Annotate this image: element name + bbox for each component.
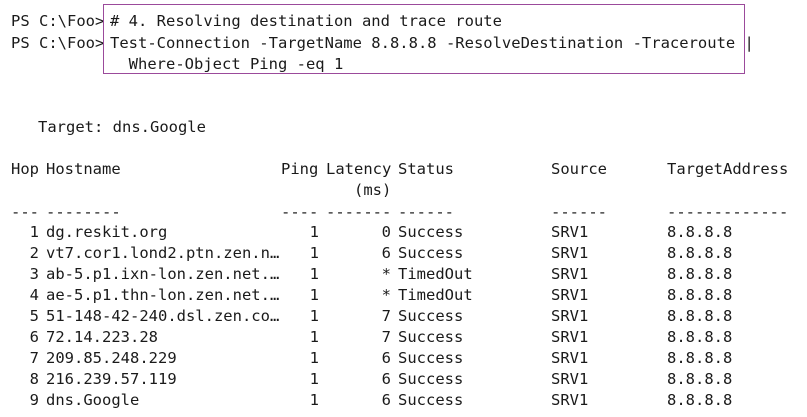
- cell-hostname: 72.14.223.28: [46, 328, 158, 346]
- target-heading: Target: dns.Google: [38, 118, 206, 136]
- cell-hop: 7: [29, 349, 39, 367]
- header-hostname: Hostname: [46, 160, 121, 178]
- cell-status: Success: [398, 328, 464, 346]
- cell-latency: *: [381, 265, 391, 283]
- cell-latency: 0: [381, 223, 391, 241]
- prompt-label: PS C:\Foo>: [11, 34, 105, 52]
- cell-status: TimedOut: [398, 265, 473, 283]
- cell-source: SRV1: [551, 370, 589, 388]
- cell-source: SRV1: [551, 307, 589, 325]
- cell-target-address: 8.8.8.8: [667, 391, 733, 409]
- cell-latency: 6: [381, 391, 391, 409]
- cell-latency: 6: [381, 244, 391, 262]
- separator-ping: ----: [281, 203, 319, 221]
- cell-source: SRV1: [551, 223, 589, 241]
- header-status: Status: [398, 160, 454, 178]
- cell-latency: 6: [381, 370, 391, 388]
- cell-hop: 1: [29, 223, 39, 241]
- cell-status: Success: [398, 349, 464, 367]
- cell-latency: 7: [381, 328, 391, 346]
- cell-hostname: 209.85.248.229: [46, 349, 177, 367]
- cell-latency: *: [381, 286, 391, 304]
- cell-hostname: dg.reskit.org: [46, 223, 168, 241]
- cell-latency: 6: [381, 349, 391, 367]
- prompt-label: PS C:\Foo>: [11, 12, 105, 30]
- cell-source: SRV1: [551, 328, 589, 346]
- cell-status: TimedOut: [398, 286, 473, 304]
- cell-source: SRV1: [551, 391, 589, 409]
- cell-target-address: 8.8.8.8: [667, 223, 733, 241]
- cell-target-address: 8.8.8.8: [667, 244, 733, 262]
- cell-status: Success: [398, 244, 464, 262]
- cell-ping: 1: [309, 244, 319, 262]
- separator-latency: -------: [326, 203, 392, 221]
- cell-hop: 6: [29, 328, 39, 346]
- cell-hop: 9: [29, 391, 39, 409]
- cell-status: Success: [398, 370, 464, 388]
- cell-target-address: 8.8.8.8: [667, 328, 733, 346]
- cell-ping: 1: [309, 349, 319, 367]
- cell-target-address: 8.8.8.8: [667, 370, 733, 388]
- cell-hostname: 216.239.57.119: [46, 370, 177, 388]
- header-target-address: TargetAddress: [667, 160, 789, 178]
- header-latency: Latency: [326, 160, 392, 178]
- separator-target-address: -------------: [667, 203, 789, 221]
- cell-ping: 1: [309, 391, 319, 409]
- cell-ping: 1: [309, 265, 319, 283]
- cell-hostname: 51-148-42-240.dsl.zen.co…: [46, 307, 280, 325]
- cell-hostname: vt7.cor1.lond2.ptn.zen.n…: [46, 244, 280, 262]
- command-comment-line[interactable]: # 4. Resolving destination and trace rou…: [110, 11, 502, 32]
- header-latency-unit: (ms): [354, 181, 392, 199]
- separator-hostname: --------: [46, 203, 121, 221]
- cell-latency: 7: [381, 307, 391, 325]
- cell-ping: 1: [309, 307, 319, 325]
- cell-target-address: 8.8.8.8: [667, 265, 733, 283]
- separator-hop: ---: [11, 203, 39, 221]
- cell-source: SRV1: [551, 286, 589, 304]
- cell-hop: 8: [29, 370, 39, 388]
- cell-target-address: 8.8.8.8: [667, 307, 733, 325]
- cell-hop: 5: [29, 307, 39, 325]
- cell-ping: 1: [309, 286, 319, 304]
- cell-status: Success: [398, 307, 464, 325]
- cell-source: SRV1: [551, 265, 589, 283]
- command-line[interactable]: Test-Connection -TargetName 8.8.8.8 -Res…: [110, 33, 754, 54]
- cell-ping: 1: [309, 328, 319, 346]
- cell-target-address: 8.8.8.8: [667, 286, 733, 304]
- cell-target-address: 8.8.8.8: [667, 349, 733, 367]
- cell-source: SRV1: [551, 244, 589, 262]
- cell-ping: 1: [309, 223, 319, 241]
- cell-ping: 1: [309, 370, 319, 388]
- cell-hop: 3: [29, 265, 39, 283]
- cell-source: SRV1: [551, 349, 589, 367]
- cell-status: Success: [398, 391, 464, 409]
- header-hop: Hop: [11, 160, 39, 178]
- separator-status: ------: [398, 203, 454, 221]
- cell-hop: 4: [29, 286, 39, 304]
- cell-hop: 2: [29, 244, 39, 262]
- cell-hostname: ae-5.p1.thn-lon.zen.net.…: [46, 286, 280, 304]
- cell-hostname: ab-5.p1.ixn-lon.zen.net.…: [46, 265, 280, 283]
- cell-status: Success: [398, 223, 464, 241]
- cell-hostname: dns.Google: [46, 391, 140, 409]
- header-ping: Ping: [281, 160, 319, 178]
- separator-source: ------: [551, 203, 607, 221]
- command-continuation-line[interactable]: Where-Object Ping -eq 1: [110, 54, 344, 75]
- header-source: Source: [551, 160, 607, 178]
